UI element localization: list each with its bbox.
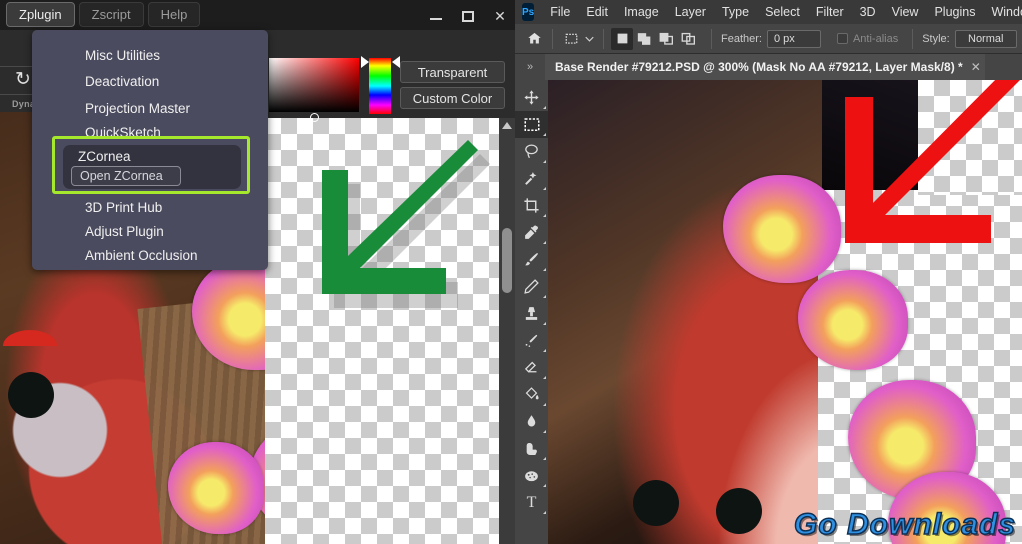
pencil-tool[interactable] [515, 273, 548, 300]
hue-marker-left-icon [361, 56, 369, 68]
photoshop-document-tabbar: » Base Render #79212.PSD @ 300% (Mask No… [515, 54, 1022, 80]
hue-strip[interactable] [369, 58, 391, 114]
menu-item-misc-utilities[interactable]: Misc Utilities [85, 48, 160, 63]
menu-item-deactivation[interactable]: Deactivation [85, 74, 159, 89]
maximize-button[interactable] [461, 10, 475, 22]
type-tool[interactable]: T [515, 489, 548, 516]
intersect-selection-button[interactable] [677, 28, 699, 50]
style-select[interactable]: Normal [955, 30, 1017, 48]
zcornea-subpalette: ZCornea Open ZCornea [63, 145, 241, 189]
menu-item-projection-master[interactable]: Projection Master [85, 101, 190, 116]
menu-plugins[interactable]: Plugins [926, 5, 983, 19]
scrollbar-thumb[interactable] [502, 228, 512, 293]
anti-alias-label: Anti-alias [853, 33, 898, 45]
paint-bucket-tool[interactable] [515, 381, 548, 408]
dodge-tool[interactable] [515, 435, 548, 462]
style-label: Style: [922, 33, 950, 45]
menu-type[interactable]: Type [714, 5, 757, 19]
menu-view[interactable]: View [884, 5, 927, 19]
photoshop-toolbar[interactable]: T [515, 80, 548, 544]
eyedropper-tool[interactable] [515, 219, 548, 246]
feather-label: Feather: [721, 33, 762, 45]
menu-item-ambient-occlusion[interactable]: Ambient Occlusion [85, 248, 198, 263]
clone-stamp-tool[interactable] [515, 300, 548, 327]
history-brush-tool[interactable] [515, 327, 548, 354]
lasso-tool[interactable] [515, 138, 548, 165]
character-eye-left [633, 480, 679, 526]
type-tool-label: T [527, 494, 537, 512]
document-tab-close-icon[interactable]: ✕ [971, 60, 981, 74]
custom-color-button[interactable]: Custom Color [400, 87, 505, 109]
document-tab[interactable]: Base Render #79212.PSD @ 300% (Mask No A… [545, 54, 985, 80]
document-tab-title: Base Render #79212.PSD @ 300% (Mask No A… [555, 60, 963, 74]
character-brow-left [3, 330, 57, 346]
anti-alias-checkbox[interactable]: Anti-alias [837, 33, 898, 45]
menu-tab-zplugin[interactable]: Zplugin [6, 2, 75, 27]
color-cursor [310, 113, 319, 122]
green-annotation-arrow [310, 140, 490, 320]
close-button[interactable]: ✕ [493, 10, 507, 22]
photoshop-options-bar: Feather: 0 px Anti-alias Style: Normal [515, 24, 1022, 54]
rectangular-marquee-icon[interactable] [560, 28, 582, 50]
zcornea-title: ZCornea [78, 149, 131, 164]
blur-tool[interactable] [515, 408, 548, 435]
add-to-selection-button[interactable] [633, 28, 655, 50]
window-controls: ✕ [429, 10, 507, 22]
rectangular-marquee-tool[interactable] [515, 111, 548, 138]
magic-wand-tool[interactable] [515, 165, 548, 192]
color-field[interactable] [269, 58, 359, 112]
zbrush-canvas[interactable] [265, 118, 515, 544]
subtract-from-selection-button[interactable] [655, 28, 677, 50]
zplugin-dropdown-menu[interactable]: Misc Utilities Deactivation Projection M… [32, 30, 268, 270]
brush-tool[interactable] [515, 246, 548, 273]
menu-tab-help[interactable]: Help [148, 2, 201, 27]
character-eye-left [8, 372, 54, 418]
home-icon[interactable] [523, 28, 545, 50]
hue-marker-right-icon [392, 56, 400, 68]
zbrush-color-panel: Transparent Custom Color [265, 30, 515, 118]
transparent-button[interactable]: Transparent [400, 61, 505, 83]
checkbox-box [837, 33, 848, 44]
menu-select[interactable]: Select [757, 5, 808, 19]
menu-item-3d-print-hub[interactable]: 3D Print Hub [85, 200, 162, 215]
crop-tool[interactable] [515, 192, 548, 219]
zbrush-window: ↻ ◌ Dynamic ActivePoints: 4,475 TotalPoi… [0, 0, 515, 544]
screenshot-root: ↻ ◌ Dynamic ActivePoints: 4,475 TotalPoi… [0, 0, 1022, 544]
open-zcornea-button[interactable]: Open ZCornea [71, 166, 181, 186]
menu-window[interactable]: Window [983, 5, 1022, 19]
chevron-down-icon[interactable] [582, 28, 596, 50]
menu-tab-zscript[interactable]: Zscript [79, 2, 144, 27]
eraser-tool[interactable] [515, 354, 548, 381]
menu-filter[interactable]: Filter [808, 5, 852, 19]
red-annotation-arrow [815, 60, 1022, 260]
character-eye-right [716, 488, 762, 534]
move-tool[interactable] [515, 84, 548, 111]
collapse-panels-icon[interactable]: » [518, 57, 542, 77]
flower-decoration [168, 442, 264, 534]
photoshop-logo-icon: Ps [522, 3, 534, 21]
minimize-button[interactable] [429, 10, 443, 22]
flower-decoration [798, 270, 908, 370]
menu-file[interactable]: File [542, 5, 578, 19]
new-selection-button[interactable] [611, 28, 633, 50]
feather-input[interactable]: 0 px [767, 30, 821, 48]
canvas-scrollbar[interactable] [499, 118, 515, 544]
menu-item-adjust-plugin[interactable]: Adjust Plugin [85, 224, 164, 239]
scroll-up-arrow-icon[interactable] [502, 122, 512, 129]
zcornea-highlight-box: ZCornea Open ZCornea [52, 136, 250, 194]
menu-edit[interactable]: Edit [578, 5, 616, 19]
menu-3d[interactable]: 3D [852, 5, 884, 19]
watermark-go-downloads: Go Downloads [794, 508, 1016, 542]
menu-image[interactable]: Image [616, 5, 667, 19]
photoshop-menubar: Ps File Edit Image Layer Type Select Fil… [515, 0, 1022, 24]
zbrush-menu-tabs: Zplugin Zscript Help [6, 2, 200, 27]
sponge-tool[interactable] [515, 462, 548, 489]
menu-layer[interactable]: Layer [667, 5, 714, 19]
zbrush-titlebar: Zplugin Zscript Help ✕ [0, 0, 515, 30]
redo-icon[interactable]: ↻ [15, 68, 31, 91]
photoshop-window: Go Downloads [515, 0, 1022, 544]
